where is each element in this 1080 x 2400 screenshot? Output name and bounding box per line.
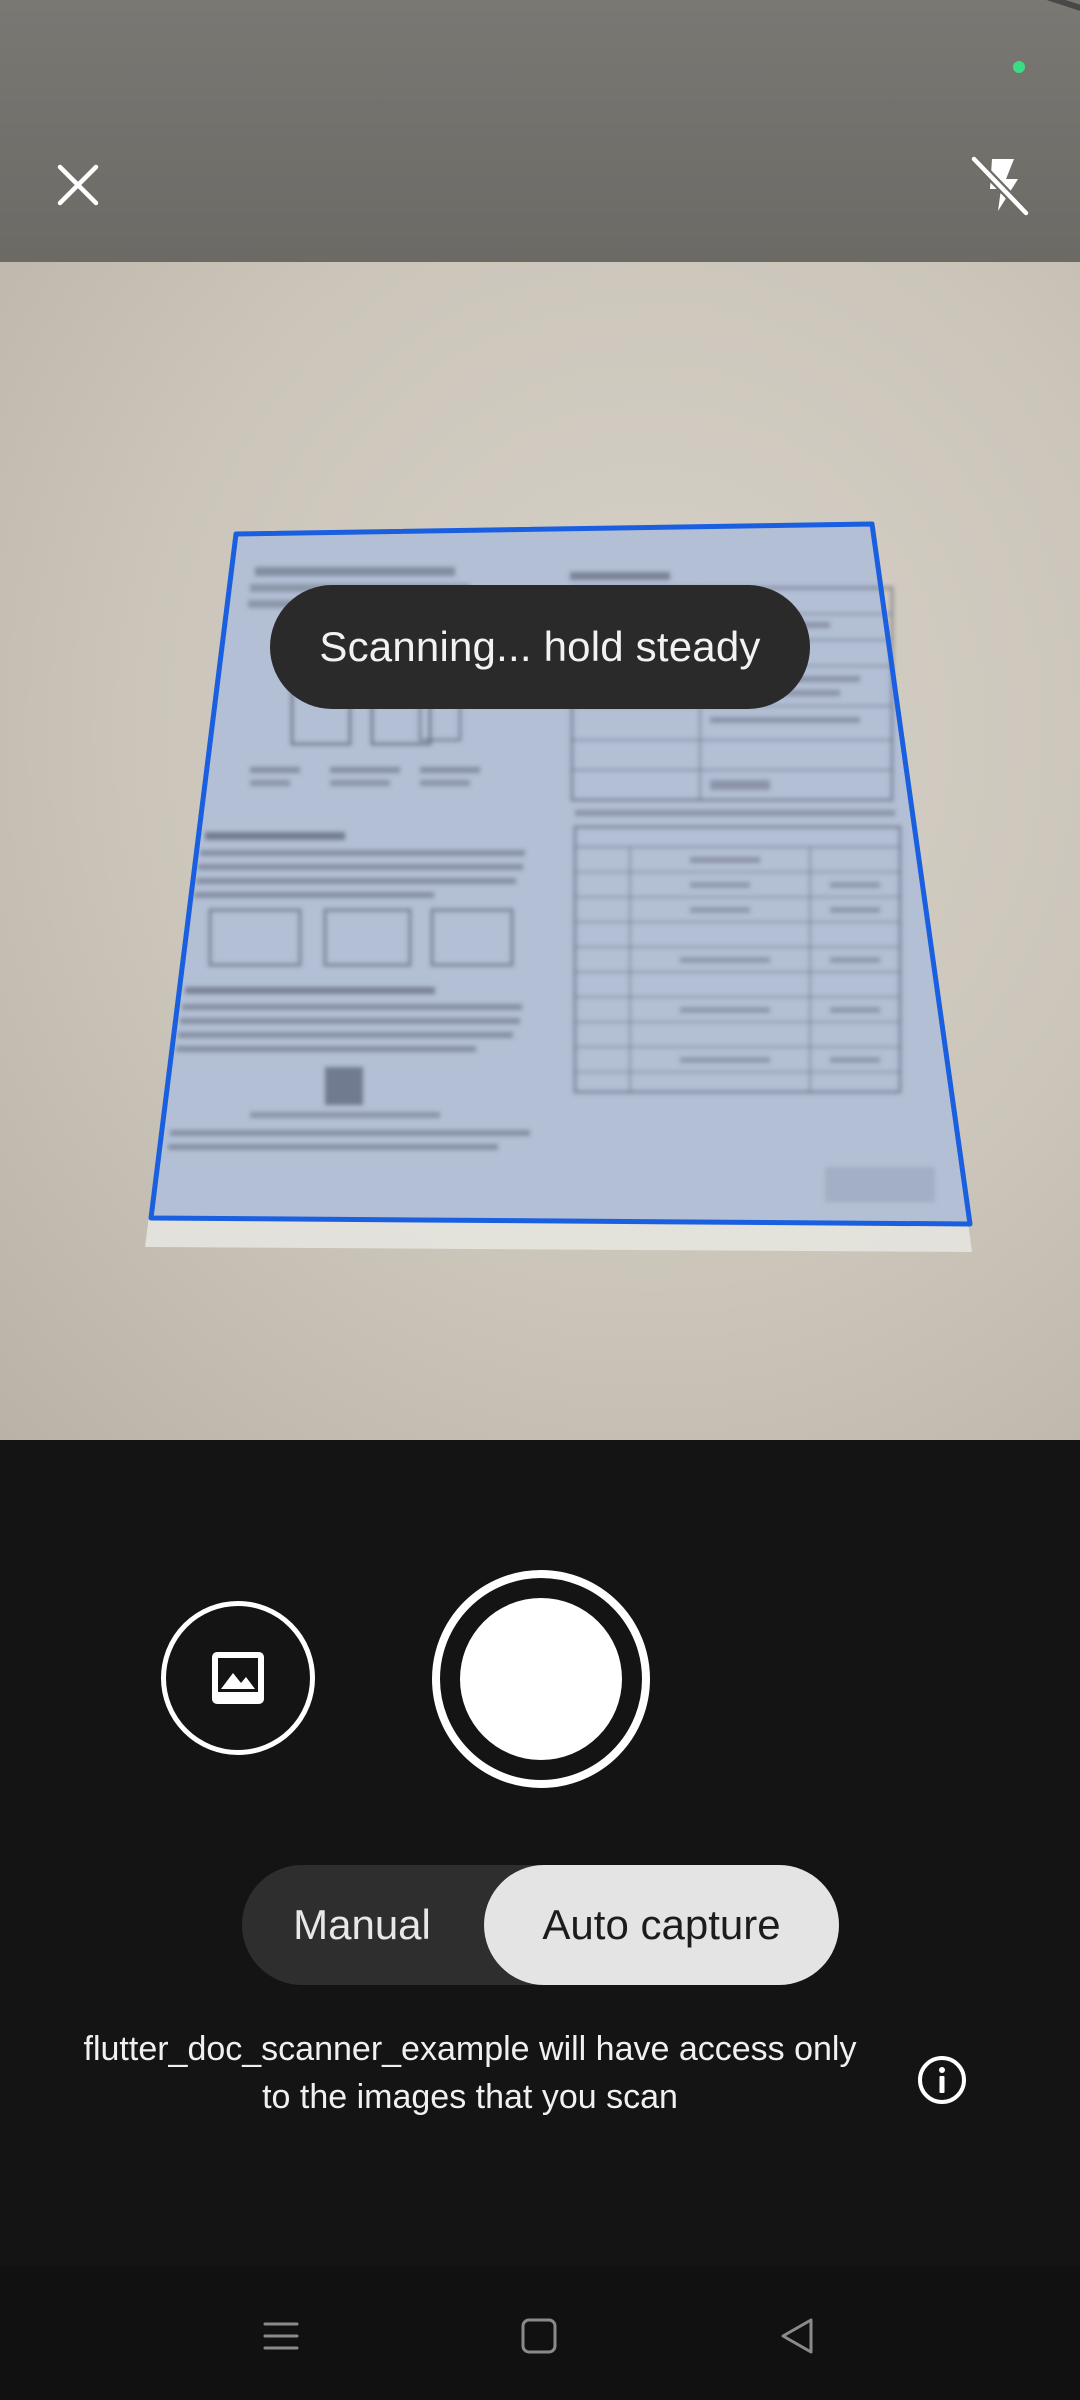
close-icon (57, 164, 99, 206)
info-button[interactable] (912, 2050, 972, 2110)
access-disclosure-text: flutter_doc_scanner_example will have ac… (83, 2030, 857, 2116)
shutter-icon (460, 1598, 622, 1760)
scanned-document-preview (145, 521, 973, 1252)
shutter-button[interactable] (432, 1570, 650, 1788)
camera-viewfinder: Scanning... hold steady (0, 262, 1080, 1440)
camera-in-use-indicator (1013, 61, 1025, 73)
flash-off-icon (970, 155, 1030, 217)
system-navigation-bar (0, 2266, 1080, 2400)
recent-apps-button[interactable] (231, 2286, 331, 2386)
auto-capture-mode-option[interactable]: Auto capture (484, 1865, 839, 1985)
menu-icon (263, 2322, 299, 2350)
flash-toggle-button[interactable] (952, 137, 1048, 233)
document-scanner-screen: Scanning... hold steady Manual Auto capt… (0, 0, 1080, 2400)
home-button[interactable] (489, 2286, 589, 2386)
home-icon (521, 2318, 557, 2354)
close-button[interactable] (30, 137, 126, 233)
image-icon (212, 1652, 264, 1704)
scanning-status-toast: Scanning... hold steady (270, 585, 810, 709)
top-bar (0, 0, 1080, 262)
import-from-gallery-button[interactable] (161, 1601, 315, 1755)
capture-mode-toggle: Manual Auto capture (242, 1865, 839, 1985)
back-icon (781, 2318, 813, 2354)
info-icon (918, 2056, 966, 2104)
back-button[interactable] (747, 2286, 847, 2386)
manual-mode-option[interactable]: Manual (242, 1865, 482, 1985)
